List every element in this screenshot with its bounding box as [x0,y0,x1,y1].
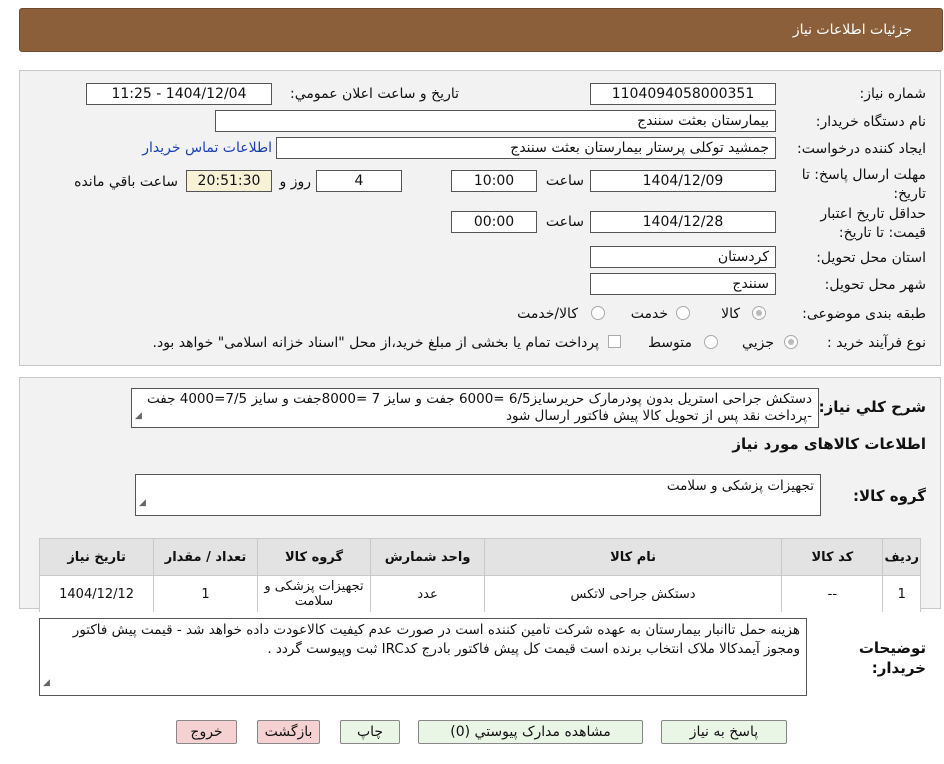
goods-section-title: اطلاعات کالاهای مورد نیاز [732,435,926,453]
print-button[interactable]: چاپ [340,720,400,744]
category-service-radio[interactable] [676,306,690,320]
cell-quantity: 1 [153,575,258,613]
view-attachments-button[interactable]: مشاهده مدارک پیوستي (0) [418,720,643,744]
validity-date-field: 1404/12/28 [590,211,776,233]
announce-date-label: تاریخ و ساعت اعلان عمومي: [290,86,459,102]
col-need-date: تاریخ نیاز [38,538,155,576]
remaining-time-label: ساعت باقي مانده [74,174,178,190]
days-label: روز و [279,174,312,190]
need-number-field: 1104094058000351 [590,83,776,105]
items-table: ردیف کد کالا نام کالا واحد شمارش گروه کا… [38,538,921,613]
description-text: دستکش جراحی استریل بدون پودرمارک حریرسای… [147,391,812,424]
back-button[interactable]: بازگشت [257,720,320,744]
city-label: شهر محل تحویل: [824,277,926,293]
process-minor-radio[interactable] [784,335,798,349]
page-header: جزئیات اطلاعات نیاز [19,8,943,52]
treasury-payment-checkbox[interactable] [608,335,621,348]
category-goods-radio[interactable] [752,306,766,320]
cell-item-code: -- [781,575,884,613]
province-field: کردستان [590,246,776,268]
validity-time-field: 00:00 [451,211,537,233]
cell-row-number: 1 [882,575,921,613]
respond-button[interactable]: پاسخ به نیاز [661,720,787,744]
resize-grip-icon: ◢ [135,411,142,421]
deadline-time-label: ساعت [545,173,584,189]
cell-need-date: 1404/12/12 [38,575,155,613]
buyer-org-field: بیمارستان بعثت سنندج [215,110,776,132]
table-row: 1 -- دستکش جراحی لاتکس عدد تجهیزات پزشکی… [38,575,921,613]
resize-grip-icon: ◢ [139,498,146,508]
process-medium-label: متوسط [648,335,692,351]
remaining-time-field: 20:51:30 [186,170,272,192]
category-goods-label: کالا [721,306,740,322]
requester-field: جمشید توکلی پرستار بیمارستان بعثت سنندج [276,137,776,159]
requester-label: ایجاد کننده درخواست: [797,141,926,157]
category-goods-service-label: کالا/خدمت [517,306,578,322]
process-medium-radio[interactable] [704,335,718,349]
cell-item-name: دستکش جراحی لاتکس [483,575,783,613]
treasury-payment-note: پرداخت تمام یا بخشی از مبلغ خرید،از محل … [152,335,599,351]
process-minor-label: جزیي [742,335,774,351]
buyer-contact-link[interactable]: اطلاعات تماس خریدار [142,140,272,156]
category-goods-service-radio[interactable] [591,306,605,320]
validity-time-label: ساعت [545,214,584,230]
province-label: استان محل تحویل: [816,250,926,266]
deadline-date-field: 1404/12/09 [590,170,776,192]
table-header-row: ردیف کد کالا نام کالا واحد شمارش گروه کا… [38,538,921,576]
goods-group-label: گروه کالا: [853,487,926,505]
announce-date-field: 1404/12/04 - 11:25 [86,83,272,105]
col-quantity: تعداد / مقدار [153,538,258,576]
price-validity-label: حداقل تاریخ اعتبار قیمت: تا تاریخ: [820,206,926,241]
description-textarea: دستکش جراحی استریل بدون پودرمارک حریرسای… [131,388,819,428]
deadline-time-field: 10:00 [451,170,537,192]
cell-item-group: تجهیزات پزشکی و سلامت [256,575,372,613]
buyer-org-label: نام دستگاه خریدار: [815,114,926,130]
col-row-number: ردیف [882,538,921,576]
page-title: جزئیات اطلاعات نیاز [792,22,912,38]
buyer-notes-textarea: هزینه حمل تاانبار بیمارستان به عهده شرکت… [39,618,807,696]
col-item-name: نام کالا [483,538,783,576]
exit-button[interactable]: خروج [176,720,237,744]
need-number-label: شماره نیاز: [859,86,927,102]
remaining-days-field: 4 [316,170,402,192]
description-label: شرح کلي نیاز: [818,398,926,416]
goods-group-value: تجهیزات پزشکی و سلامت [666,478,814,494]
buyer-notes-label: توضیحات خریدار: [858,639,926,677]
process-type-label: نوع فرآیند خرید : [827,335,926,351]
col-item-code: کد کالا [781,538,884,576]
goods-group-textarea: تجهیزات پزشکی و سلامت ◢ [135,474,821,516]
category-label: طبقه بندی موضوعی: [802,306,926,322]
category-service-label: خدمت [630,306,668,322]
resize-grip-icon: ◢ [43,678,50,688]
deadline-label: مهلت ارسال پاسخ: تا تاریخ: [801,167,926,202]
col-unit: واحد شمارش [370,538,485,576]
cell-unit: عدد [370,575,485,613]
col-item-group: گروه کالا [256,538,372,576]
buyer-notes-text: هزینه حمل تاانبار بیمارستان به عهده شرکت… [72,622,800,657]
city-field: سنندج [590,273,776,295]
